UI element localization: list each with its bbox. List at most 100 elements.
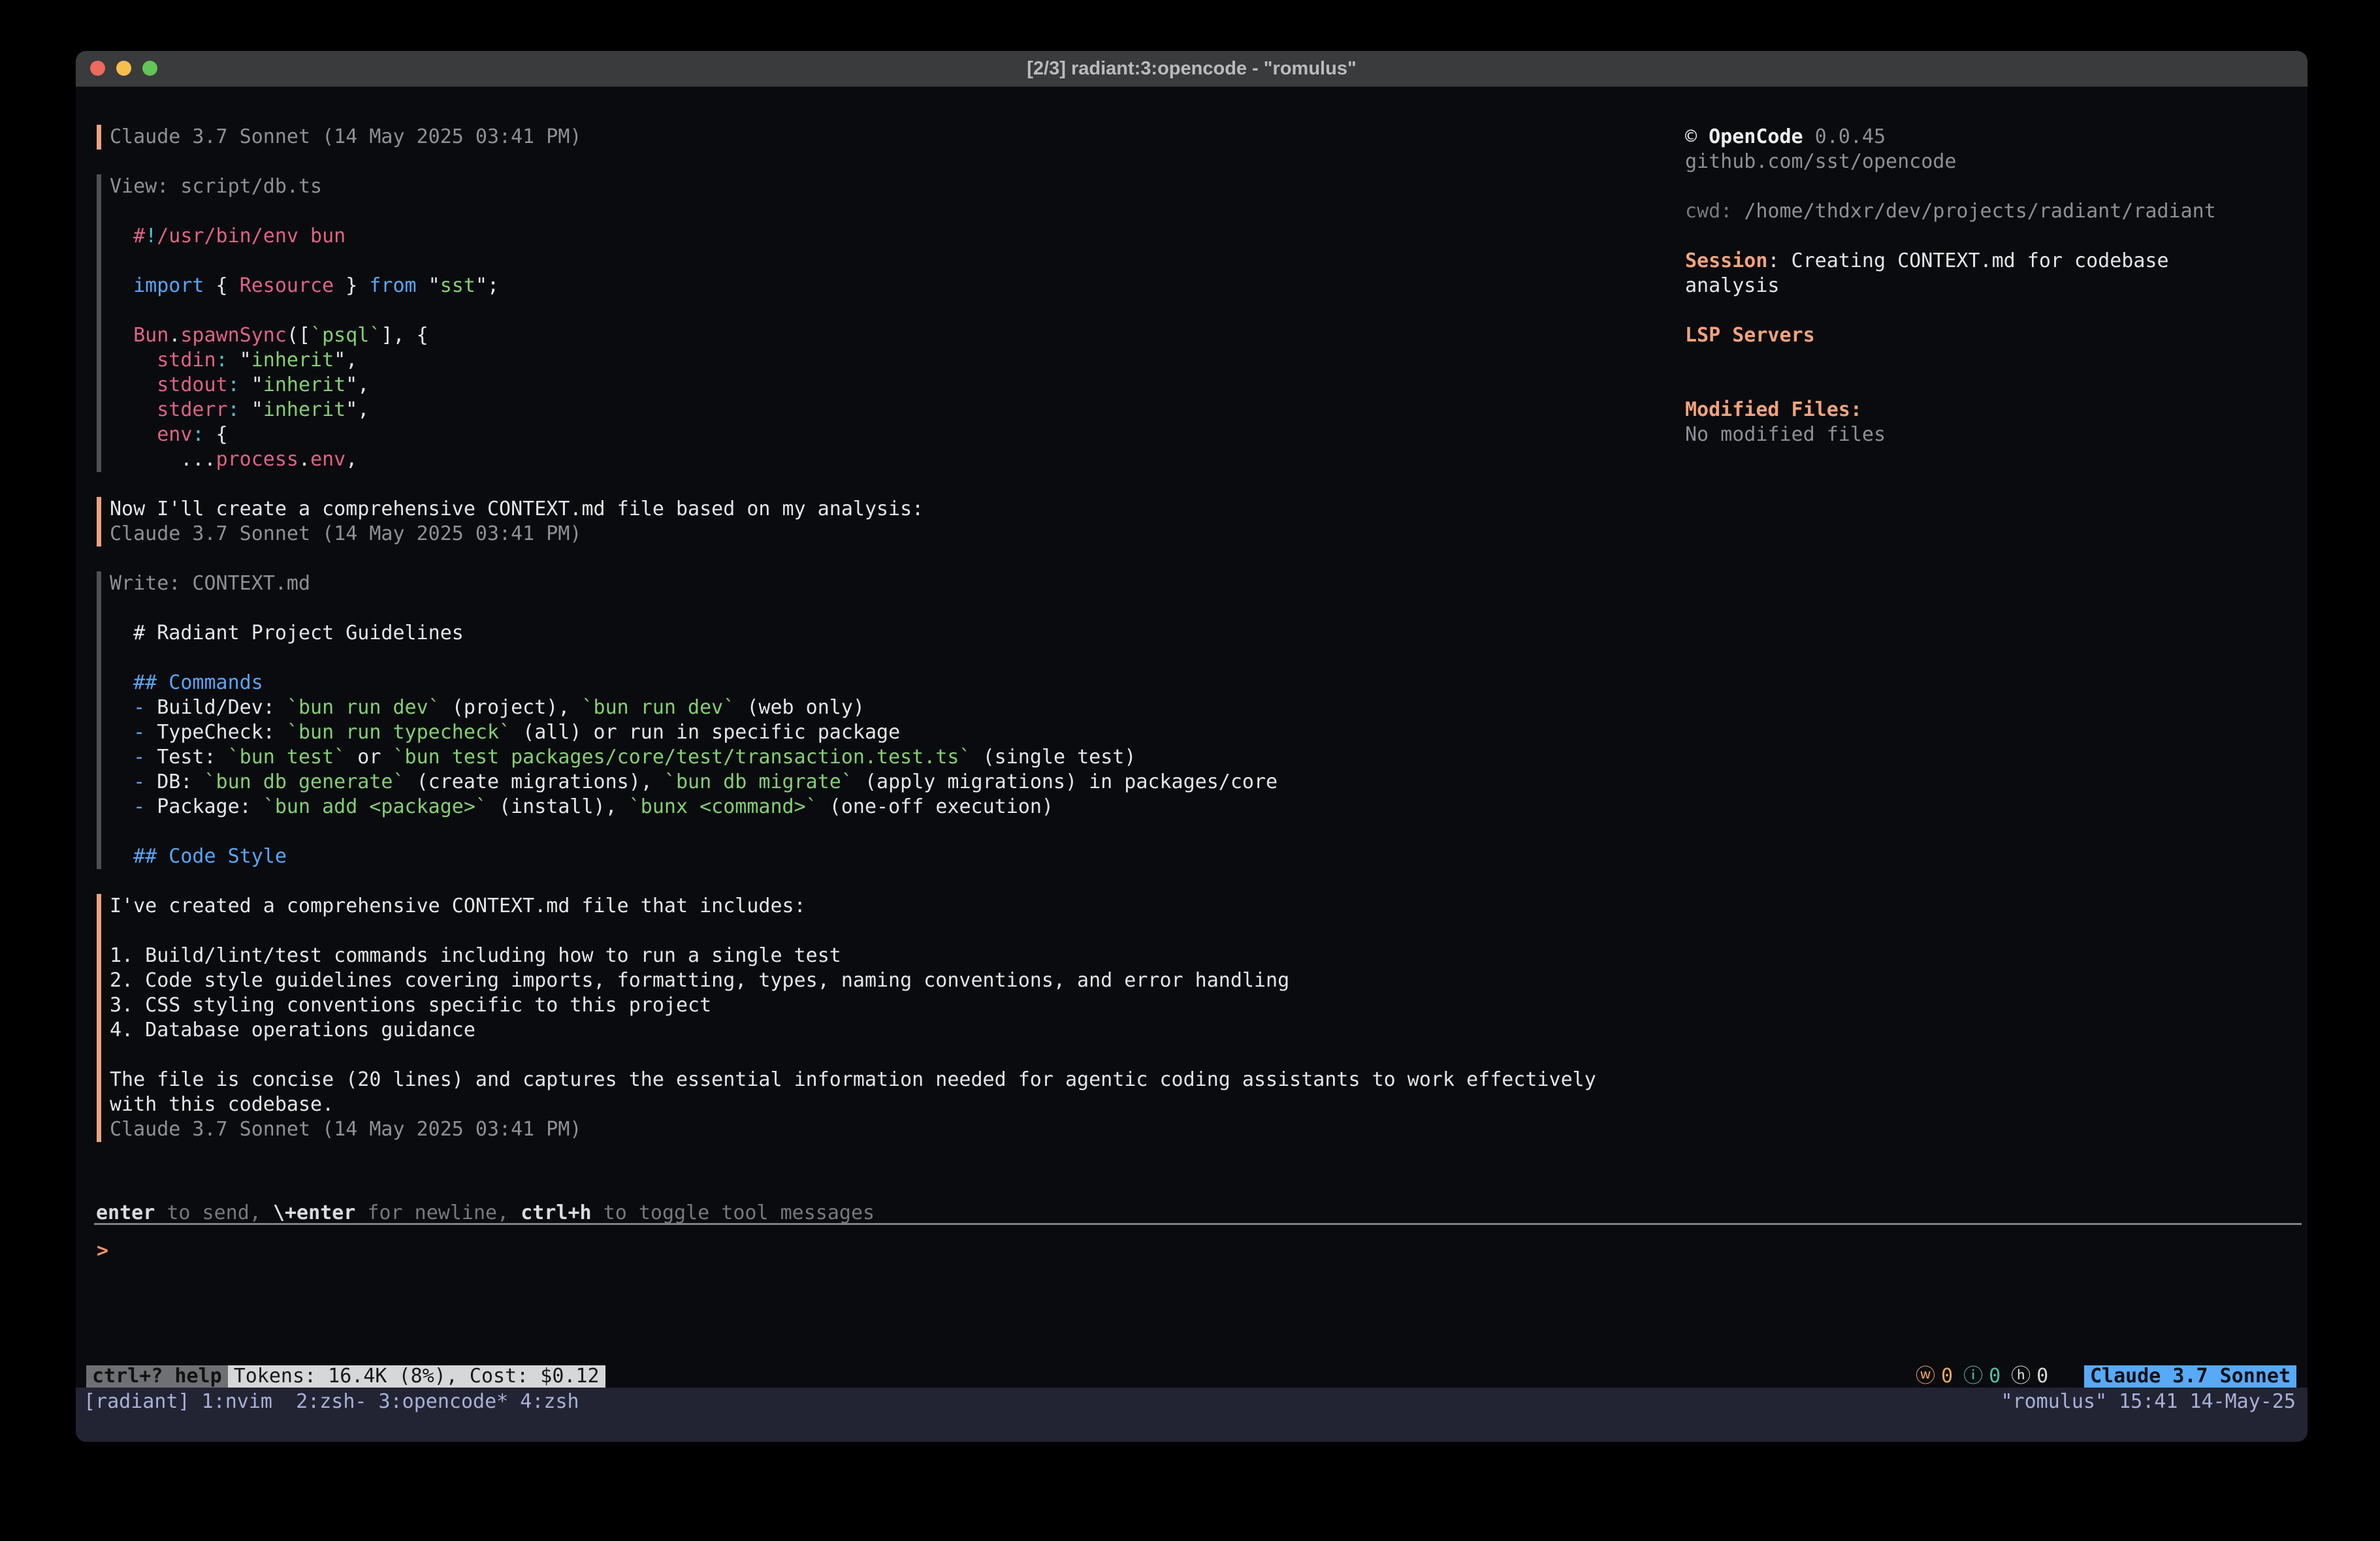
- text-segment: (single test): [971, 746, 1136, 769]
- model-chip[interactable]: Claude 3.7 Sonnet: [2084, 1365, 2296, 1388]
- prompt-caret: >: [97, 1239, 108, 1262]
- text-segment: `bun run typecheck`: [287, 721, 511, 744]
- text-segment: I've created a comprehensive CONTEXT.md …: [110, 895, 806, 917]
- hint-icon: ⓗ: [2011, 1365, 2031, 1388]
- hint-line: enter to send, \+enter for newline, ctrl…: [96, 1201, 875, 1226]
- text-segment: OpenCode: [1709, 125, 1803, 148]
- text-segment: Claude 3.7 Sonnet (14 May 2025 03:41 PM): [110, 125, 581, 148]
- chat-line: - DB: `bun db generate` (create migratio…: [110, 770, 1661, 795]
- chat-line: # Radiant Project Guidelines: [110, 621, 1661, 646]
- chat-line: ...process.env,: [110, 447, 1661, 472]
- chat-line: stdin: "inherit",: [110, 348, 1661, 373]
- text-segment: 0.0.45: [1803, 125, 1886, 148]
- chat-line: [110, 596, 1661, 621]
- chat-block-assistant-header: Claude 3.7 Sonnet (14 May 2025 03:41 PM): [97, 125, 1661, 150]
- text-segment: 3. CSS styling conventions specific to t…: [110, 994, 711, 1017]
- text-segment: (web only): [735, 696, 865, 719]
- text-segment: stdin: [110, 349, 216, 372]
- text-segment: github.com/sst/opencode: [1685, 150, 1956, 173]
- text-segment: The file is concise (20 lines) and captu…: [110, 1068, 1596, 1091]
- text-segment: Resource: [240, 274, 334, 297]
- text-segment: 1. Build/lint/test commands including ho…: [110, 944, 841, 967]
- warning-count: 0: [1941, 1365, 1953, 1388]
- chat-block-assistant-message: I've created a comprehensive CONTEXT.md …: [97, 894, 1661, 1142]
- text-segment: Modified Files:: [1685, 398, 1862, 421]
- text-segment: :: [192, 423, 204, 446]
- diagnostics-counters: ⓦ0ⓘ0ⓗ0: [1916, 1365, 2048, 1388]
- text-segment: ([: [287, 324, 310, 347]
- text-segment: stdout: [110, 373, 228, 396]
- text-segment: (apply migrations) in packages/core: [853, 770, 1278, 793]
- text-segment: -: [110, 721, 145, 744]
- chat-line: Claude 3.7 Sonnet (14 May 2025 03:41 PM): [110, 522, 1661, 547]
- prompt-input[interactable]: >: [97, 1239, 2298, 1263]
- sidebar-line: © OpenCode 0.0.45: [1685, 125, 2302, 150]
- chat-line: ## Code Style: [110, 844, 1661, 869]
- text-segment: Session: [1685, 249, 1767, 272]
- text-segment: -: [110, 795, 145, 818]
- text-segment: process: [216, 448, 298, 471]
- chat-line: [110, 249, 1661, 274]
- chat-line: Bun.spawnSync([`psql`], {: [110, 323, 1661, 348]
- chat-line: [110, 646, 1661, 671]
- text-segment: (install),: [487, 795, 629, 818]
- hint-count: 0: [2036, 1365, 2048, 1388]
- text-segment: to toggle tool messages: [592, 1201, 875, 1224]
- text-segment: ...: [110, 448, 216, 471]
- text-segment: }: [334, 274, 369, 297]
- help-chip[interactable]: ctrl+? help: [86, 1365, 228, 1388]
- chat-line: Write: CONTEXT.md: [110, 571, 1661, 596]
- text-segment: spawnSync: [180, 324, 287, 347]
- info-icon: ⓘ: [1963, 1365, 1983, 1388]
- sidebar-line: cwd: /home/thdxr/dev/projects/radiant/ra…: [1685, 199, 2302, 224]
- text-segment: `bun run dev`: [582, 696, 735, 719]
- chat-line: import { Resource } from "sst";: [110, 274, 1661, 298]
- text-segment: `psql`: [310, 324, 381, 347]
- text-segment: Test:: [145, 746, 227, 769]
- text-segment: `bun db migrate`: [664, 770, 853, 793]
- chat-line: #!/usr/bin/env bun: [110, 224, 1661, 249]
- text-segment: ",: [346, 373, 369, 396]
- text-segment: `bun add <package>`: [263, 795, 487, 818]
- sidebar-line: No modified files: [1685, 422, 2302, 447]
- tmux-window-list[interactable]: [radiant] 1:nvim 2:zsh- 3:opencode* 4:zs…: [84, 1388, 579, 1416]
- text-segment: ": [417, 274, 440, 297]
- chat-block-tool-write: Write: CONTEXT.md # Radiant Project Guid…: [97, 571, 1661, 869]
- text-segment: ctrl+h: [521, 1201, 591, 1224]
- text-segment: ": [228, 349, 251, 372]
- sidebar: © OpenCode 0.0.45github.com/sst/opencode…: [1685, 125, 2302, 447]
- text-segment: ], {: [381, 324, 428, 347]
- status-chips: ctrl+? help Tokens: 16.4K (8%), Cost: $0…: [86, 1365, 605, 1388]
- text-segment: #: [110, 225, 145, 247]
- text-segment: ": [240, 373, 263, 396]
- text-segment: Package:: [145, 795, 263, 818]
- text-segment: /home/thdxr/dev/projects/radiant/radiant: [1744, 200, 2215, 223]
- chat-line: ## Commands: [110, 671, 1661, 695]
- screen: [2/3] radiant:3:opencode - "romulus" Cla…: [0, 0, 2380, 1541]
- text-segment: for newline,: [355, 1201, 521, 1224]
- chat-line: 3. CSS styling conventions specific to t…: [110, 993, 1661, 1018]
- tmux-status-bar: [radiant] 1:nvim 2:zsh- 3:opencode* 4:zs…: [76, 1388, 2308, 1442]
- sidebar-line: [1685, 224, 2302, 249]
- chat-line: [110, 199, 1661, 224]
- text-segment: 2. Code style guidelines covering import…: [110, 969, 1289, 992]
- text-segment: View: script/db.ts: [110, 175, 322, 198]
- text-segment: (create migrations),: [405, 770, 664, 793]
- text-segment: cwd:: [1685, 200, 1744, 223]
- sidebar-line: Session: Creating CONTEXT.md for codebas…: [1685, 249, 2302, 274]
- text-segment: -: [110, 746, 145, 769]
- text-segment: `bun db generate`: [204, 770, 405, 793]
- text-segment: Build/Dev:: [145, 696, 287, 719]
- chat-line: [110, 819, 1661, 844]
- chat-line: I've created a comprehensive CONTEXT.md …: [110, 894, 1661, 919]
- text-segment: Now I'll create a comprehensive CONTEXT.…: [110, 498, 924, 520]
- text-segment: : Creating CONTEXT.md for codebase: [1767, 249, 2168, 272]
- sidebar-line: [1685, 298, 2302, 323]
- text-segment: /usr/bin/env bun: [157, 225, 346, 247]
- text-segment: !: [145, 225, 157, 247]
- text-segment: (all) or run in specific package: [511, 721, 900, 744]
- text-segment: TypeCheck:: [145, 721, 287, 744]
- sidebar-line: LSP Servers: [1685, 323, 2302, 348]
- sidebar-line: github.com/sst/opencode: [1685, 150, 2302, 174]
- text-segment: analysis: [1685, 274, 1780, 297]
